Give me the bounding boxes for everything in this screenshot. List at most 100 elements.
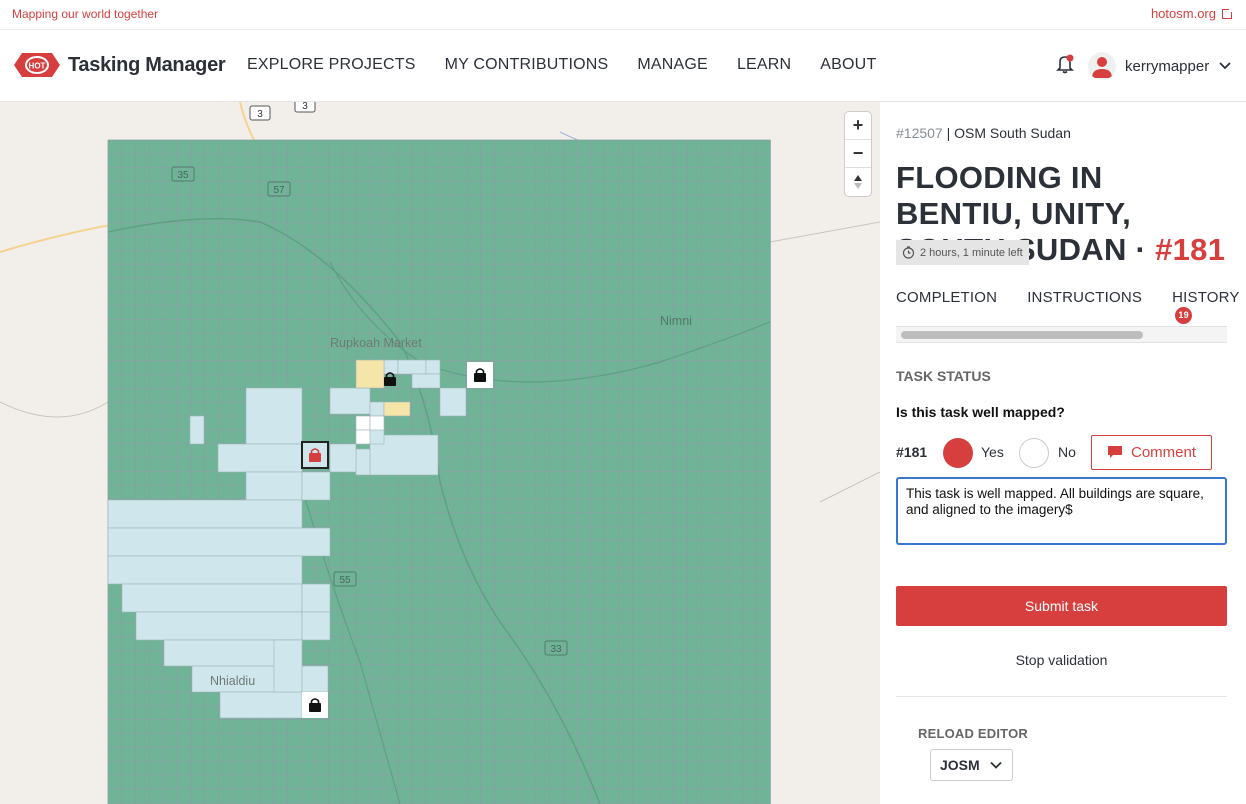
map-label-nhialdiu: Nhialdiu — [210, 674, 255, 688]
svg-text:35: 35 — [177, 170, 189, 181]
mapped-task-cell[interactable] — [439, 387, 467, 417]
username[interactable]: kerrymapper — [1125, 58, 1209, 75]
locked-task-1[interactable] — [467, 362, 493, 388]
project-separator: | — [942, 125, 955, 141]
mapped-task-cell[interactable] — [245, 471, 303, 501]
project-org: OSM South Sudan — [954, 125, 1071, 141]
mapped-task-cell[interactable] — [107, 555, 303, 585]
hotosm-link-text[interactable]: hotosm.org — [1151, 6, 1216, 21]
title-separator: · — [1126, 232, 1156, 267]
main-nav: EXPLORE PROJECTS MY CONTRIBUTIONS MANAGE… — [247, 56, 876, 74]
mapped-task-cell[interactable] — [397, 359, 427, 375]
task-cell[interactable] — [369, 415, 385, 431]
map-canvas[interactable]: Rupkoah Market Nimni Nhialdiu 3 3 35 57 … — [0, 102, 880, 804]
mapped-task-cell[interactable] — [217, 443, 303, 473]
mapped-task-cell[interactable] — [301, 665, 329, 693]
nav-manage[interactable]: MANAGE — [637, 56, 708, 74]
time-left-text: 2 hours, 1 minute left — [920, 246, 1023, 259]
task-cell[interactable] — [355, 415, 371, 431]
task-cell[interactable] — [383, 401, 411, 417]
map-controls: + − — [845, 112, 871, 196]
top-strip: Mapping our world together hotosm.org — [0, 0, 1246, 30]
svg-text:55: 55 — [339, 575, 351, 586]
user-avatar-icon — [1092, 57, 1112, 78]
validation-question: Is this task well mapped? — [896, 404, 1065, 420]
mapped-task-cell[interactable] — [301, 471, 331, 501]
task-cell[interactable] — [355, 359, 385, 389]
comment-textarea[interactable]: This task is well mapped. All buildings … — [896, 477, 1227, 545]
tab-history-label[interactable]: HISTORY — [1172, 289, 1240, 306]
no-radio[interactable] — [1019, 438, 1049, 468]
locked-task-3[interactable] — [302, 692, 328, 718]
mapped-task-cell[interactable] — [107, 499, 303, 529]
history-count-badge: 19 — [1175, 307, 1193, 324]
map-label-rupkoah: Rupkoah Market — [330, 336, 422, 350]
compass-button[interactable] — [845, 168, 871, 196]
panel-tabs: COMPLETION INSTRUCTIONS HISTORY19 — [896, 289, 1246, 330]
zoom-out-button[interactable]: − — [845, 140, 871, 168]
nav-my-contributions[interactable]: MY CONTRIBUTIONS — [445, 56, 609, 74]
yes-radio[interactable] — [943, 438, 973, 468]
tab-history[interactable]: HISTORY19 — [1172, 289, 1246, 330]
mapped-task-cell[interactable] — [245, 387, 303, 445]
svg-text:3: 3 — [302, 102, 308, 112]
comment-button-label[interactable]: Comment — [1131, 444, 1196, 461]
title-task-number: #181 — [1155, 232, 1226, 267]
yes-label[interactable]: Yes — [981, 444, 1004, 460]
project-line: #12507 | OSM South Sudan — [896, 125, 1071, 141]
road-shield-3a: 3 — [249, 105, 271, 121]
mapped-task-cell[interactable] — [329, 387, 371, 415]
horizontal-scrollbar[interactable] — [896, 326, 1227, 343]
comment-icon — [1107, 446, 1122, 458]
editor-select[interactable]: JOSM — [930, 749, 1013, 781]
external-link-icon — [1222, 7, 1234, 19]
mapped-task-cell[interactable] — [329, 443, 357, 473]
road-shield-3b: 3 — [294, 102, 316, 113]
tab-completion[interactable]: COMPLETION — [896, 289, 998, 330]
tagline: Mapping our world together — [12, 7, 159, 21]
main-header: HOT Tasking Manager EXPLORE PROJECTS MY … — [0, 30, 1246, 102]
editor-select-value[interactable]: JOSM — [940, 757, 980, 773]
mapped-task-cell[interactable] — [301, 583, 331, 613]
time-left-badge: 2 hours, 1 minute left — [896, 240, 1029, 265]
mapped-task-cell[interactable] — [189, 415, 205, 445]
mapped-task-cell[interactable] — [273, 639, 303, 693]
divider — [896, 696, 1227, 697]
nav-explore-projects[interactable]: EXPLORE PROJECTS — [247, 56, 416, 74]
mapped-task-cell[interactable] — [219, 691, 303, 719]
nav-about[interactable]: ABOUT — [820, 56, 876, 74]
mapped-task-cell[interactable] — [135, 611, 303, 641]
mapped-task-cell[interactable] — [425, 359, 441, 375]
map-label-nimni: Nimni — [660, 314, 692, 328]
mapped-task-cell[interactable] — [107, 527, 331, 557]
mapped-task-cell[interactable] — [411, 373, 441, 389]
submit-task-button[interactable]: Submit task — [896, 586, 1227, 626]
project-id[interactable]: #12507 — [896, 125, 943, 141]
compass-icon — [854, 175, 862, 189]
chevron-down-icon[interactable] — [1218, 59, 1232, 73]
logo-text: HOT — [29, 62, 46, 71]
notification-bell-icon[interactable] — [1056, 54, 1074, 74]
mapped-task-cell[interactable] — [121, 583, 303, 613]
task-panel: #12507 | OSM South Sudan FLOODING IN BEN… — [880, 102, 1246, 804]
hotosm-link[interactable]: hotosm.org — [1151, 6, 1234, 21]
mapped-task-cell[interactable] — [369, 401, 385, 417]
mapped-task-cell[interactable] — [383, 359, 399, 375]
stop-validation-button[interactable]: Stop validation — [896, 652, 1227, 668]
comment-button[interactable]: Comment — [1091, 435, 1212, 470]
user-avatar[interactable] — [1088, 52, 1116, 80]
hot-logo-icon[interactable]: HOT — [12, 50, 62, 80]
svg-text:33: 33 — [550, 644, 562, 655]
mapped-task-cell[interactable] — [355, 448, 371, 476]
no-label[interactable]: No — [1058, 444, 1076, 460]
nav-learn[interactable]: LEARN — [737, 56, 791, 74]
task-map[interactable]: Rupkoah Market Nimni Nhialdiu 3 3 35 57 … — [0, 102, 880, 804]
svg-text:3: 3 — [257, 109, 263, 120]
brand-name[interactable]: Tasking Manager — [68, 54, 226, 77]
zoom-in-button[interactable]: + — [845, 112, 871, 140]
mapped-task-cell[interactable] — [301, 611, 331, 641]
svg-text:57: 57 — [273, 185, 285, 196]
scrollbar-thumb[interactable] — [901, 331, 1143, 339]
tab-instructions[interactable]: INSTRUCTIONS — [1027, 289, 1142, 330]
task-cell[interactable] — [355, 429, 371, 445]
